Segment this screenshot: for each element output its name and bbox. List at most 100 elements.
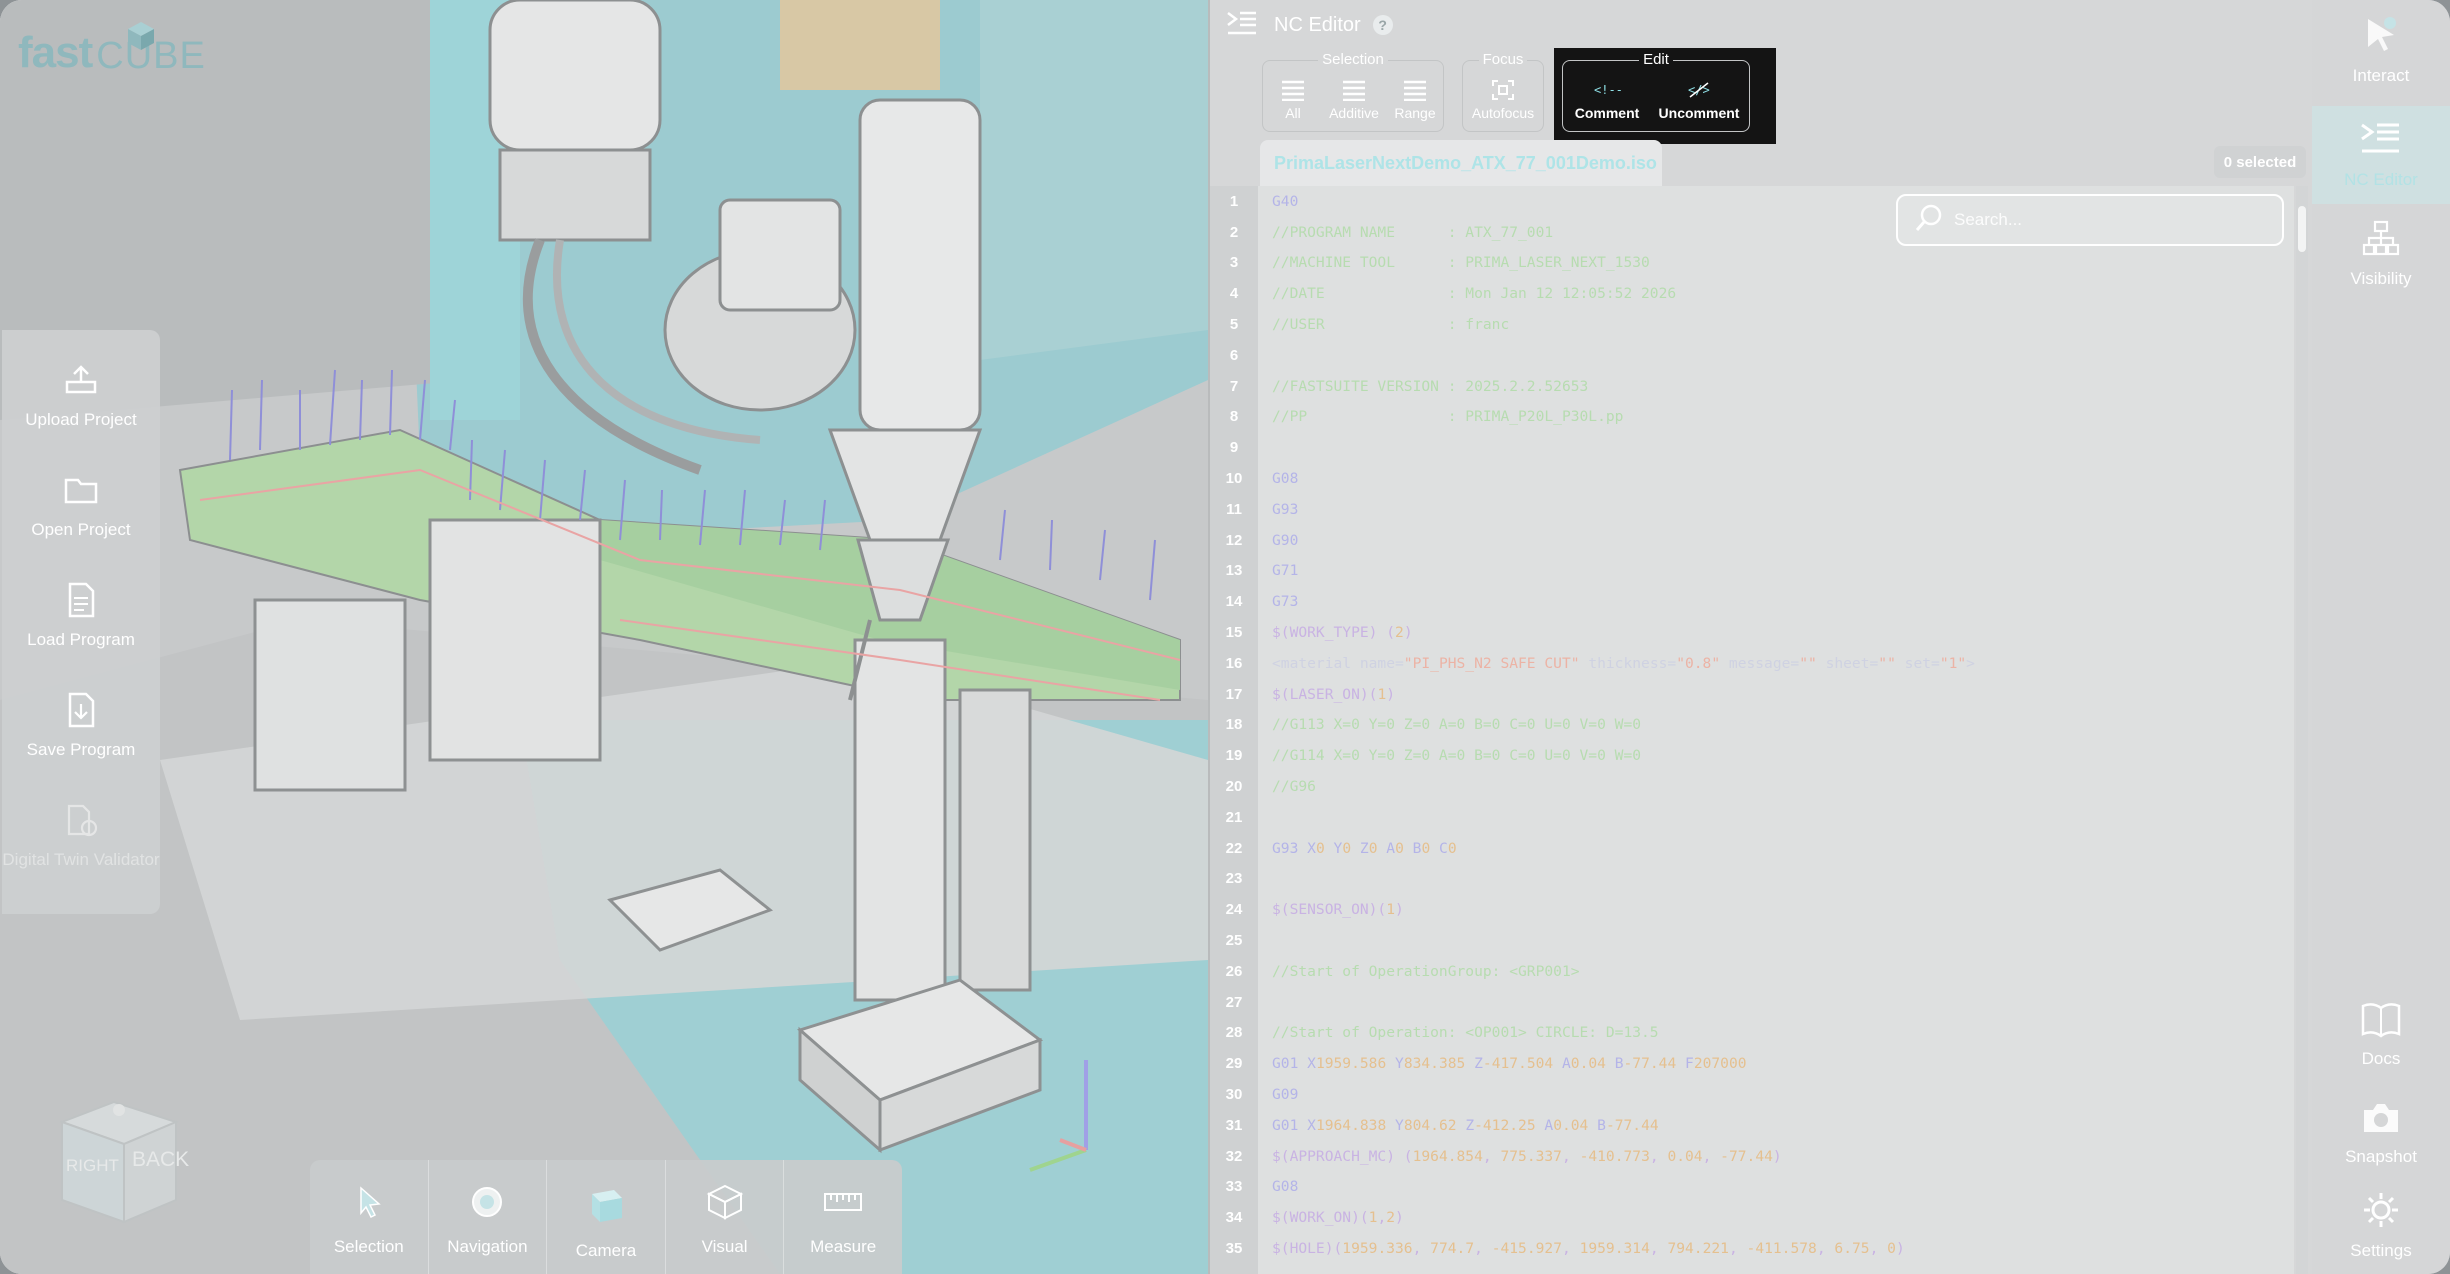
code-line[interactable]: 18 //G113 X=0 Y=0 Z=0 A=0 B=0 C=0 U=0 V=0… [1210,710,2294,741]
line-number[interactable]: 35 [1210,1240,1258,1257]
open-project-button[interactable]: Open Project [2,468,160,578]
code-line[interactable]: 22 G93 X0 Y0 Z0 A0 B0 C0 [1210,833,2294,864]
select-all-button[interactable]: All [1263,79,1323,121]
code-scrollbar[interactable] [2296,186,2308,1274]
navigation-tool-button[interactable]: Navigation [429,1160,548,1274]
code-line[interactable]: 23 [1210,864,2294,895]
scrollbar-thumb[interactable] [2298,206,2306,252]
code-line[interactable]: 5 //USER : franc [1210,309,2294,340]
code-editor[interactable]: 1 G40 2 //PROGRAM NAME : ATX_77_001 3 //MACHI… [1210,186,2308,1274]
code-line[interactable]: 3 //MACHINE TOOL : PRIMA_LASER_NEXT_1530 [1210,248,2294,279]
line-number[interactable]: 11 [1210,501,1258,518]
code-line[interactable]: 28 //Start of Operation: <OP001> CIRCLE: … [1210,1018,2294,1049]
line-number[interactable]: 6 [1210,347,1258,364]
line-number[interactable]: 1 [1210,193,1258,210]
3d-viewport[interactable]: fast CUBE Upload Project Open Project Lo… [0,0,1208,1274]
line-number[interactable]: 27 [1210,994,1258,1011]
sidebar-item-interact[interactable]: Interact [2312,0,2450,98]
line-number[interactable]: 23 [1210,870,1258,887]
sidebar-item-settings[interactable]: Settings [2312,1176,2450,1274]
code-line[interactable]: 24 $(SENSOR_ON)(1) [1210,894,2294,925]
code-line[interactable]: 16 <material name="PI_PHS_N2 SAFE CUT" th… [1210,648,2294,679]
line-number[interactable]: 8 [1210,408,1258,425]
line-number[interactable]: 22 [1210,840,1258,857]
line-number[interactable]: 18 [1210,716,1258,733]
code-line[interactable]: 14 G73 [1210,586,2294,617]
line-number[interactable]: 3 [1210,254,1258,271]
selection-tool-button[interactable]: Selection [310,1160,429,1274]
code-line[interactable]: 35 $(HOLE)(1959.336, 774.7, -415.927, 195… [1210,1233,2294,1264]
line-number[interactable]: 16 [1210,655,1258,672]
sidebar-item-visibility[interactable]: Visibility [2312,204,2450,302]
line-number[interactable]: 20 [1210,778,1258,795]
select-additive-button[interactable]: Additive [1324,79,1384,121]
search-input[interactable] [1954,210,2274,230]
line-number[interactable]: 19 [1210,747,1258,764]
code-line[interactable]: 12 G90 [1210,525,2294,556]
code-line[interactable]: 26 //Start of OperationGroup: <GRP001> [1210,956,2294,987]
code-line[interactable]: 8 //PP : PRIMA_P20L_P30L.pp [1210,402,2294,433]
sidebar-item-snapshot[interactable]: Snapshot [2312,1084,2450,1182]
code-line[interactable]: 13 G71 [1210,556,2294,587]
machine-scene[interactable] [0,0,1208,1274]
measure-tool-button[interactable]: Measure [784,1160,902,1274]
upload-project-button[interactable]: Upload Project [2,358,160,468]
code-line[interactable]: 21 [1210,802,2294,833]
code-line[interactable]: 9 [1210,432,2294,463]
code-line[interactable]: 32 $(APPROACH_MC) (1964.854, 775.337, -41… [1210,1141,2294,1172]
line-number[interactable]: 31 [1210,1117,1258,1134]
select-range-button[interactable]: Range [1385,79,1445,121]
line-number[interactable]: 29 [1210,1055,1258,1072]
search-box[interactable] [1896,194,2284,246]
line-number[interactable]: 34 [1210,1209,1258,1226]
line-number[interactable]: 14 [1210,593,1258,610]
visual-tool-button[interactable]: Visual [666,1160,785,1274]
line-number[interactable]: 13 [1210,562,1258,579]
line-number[interactable]: 5 [1210,316,1258,333]
line-number[interactable]: 7 [1210,378,1258,395]
view-cube-back-face[interactable]: BACK [132,1148,189,1172]
sidebar-item-nc-editor[interactable]: NC Editor [2312,106,2450,204]
sidebar-item-docs[interactable]: Docs [2312,986,2450,1084]
comment-button[interactable]: <!-- Comment [1575,79,1640,121]
line-number[interactable]: 26 [1210,963,1258,980]
uncomment-button[interactable]: </> Uncomment [1659,79,1739,121]
file-tab[interactable]: PrimaLaserNextDemo_ATX_77_001Demo.iso [1260,140,1662,186]
camera-tool-button[interactable]: Camera [547,1160,666,1274]
line-number[interactable]: 32 [1210,1148,1258,1165]
code-line[interactable]: 17 $(LASER_ON)(1) [1210,679,2294,710]
line-number[interactable]: 4 [1210,285,1258,302]
code-line[interactable]: 15 $(WORK_TYPE) (2) [1210,617,2294,648]
line-number[interactable]: 15 [1210,624,1258,641]
load-program-button[interactable]: Load Program [2,578,160,688]
code-line[interactable]: 25 [1210,925,2294,956]
line-number[interactable]: 21 [1210,809,1258,826]
line-number[interactable]: 12 [1210,532,1258,549]
digital-twin-validator-button[interactable]: Digital Twin Validator [2,798,160,908]
line-number[interactable]: 17 [1210,686,1258,703]
line-number[interactable]: 30 [1210,1086,1258,1103]
code-line[interactable]: 29 G01 X1959.586 Y834.385 Z-417.504 A0.04… [1210,1048,2294,1079]
view-cube[interactable]: RIGHT BACK [52,1092,189,1232]
code-line[interactable]: 34 $(WORK_ON)(1,2) [1210,1202,2294,1233]
code-line[interactable]: 7 //FASTSUITE VERSION : 2025.2.2.52653 [1210,371,2294,402]
code-line[interactable]: 27 [1210,987,2294,1018]
code-line[interactable]: 10 G08 [1210,463,2294,494]
code-line[interactable]: 11 G93 [1210,494,2294,525]
code-line[interactable]: 30 G09 [1210,1079,2294,1110]
line-number[interactable]: 9 [1210,439,1258,456]
autofocus-button[interactable]: Autofocus [1472,79,1534,121]
line-number[interactable]: 10 [1210,470,1258,487]
line-number[interactable]: 24 [1210,901,1258,918]
line-number[interactable]: 25 [1210,932,1258,949]
code-line[interactable]: 33 G08 [1210,1172,2294,1203]
line-number[interactable]: 33 [1210,1178,1258,1195]
code-line[interactable]: 4 //DATE : Mon Jan 12 12:05:52 2026 [1210,278,2294,309]
code-line[interactable]: 6 [1210,340,2294,371]
help-icon[interactable]: ? [1372,15,1393,35]
code-line[interactable]: 19 //G114 X=0 Y=0 Z=0 A=0 B=0 C=0 U=0 V=0… [1210,740,2294,771]
view-cube-right-face[interactable]: RIGHT [66,1156,119,1176]
code-line[interactable]: 31 G01 X1964.838 Y804.62 Z-412.25 A0.04 B… [1210,1110,2294,1141]
code-line[interactable]: 20 //G96 [1210,771,2294,802]
save-program-button[interactable]: Save Program [2,688,160,798]
